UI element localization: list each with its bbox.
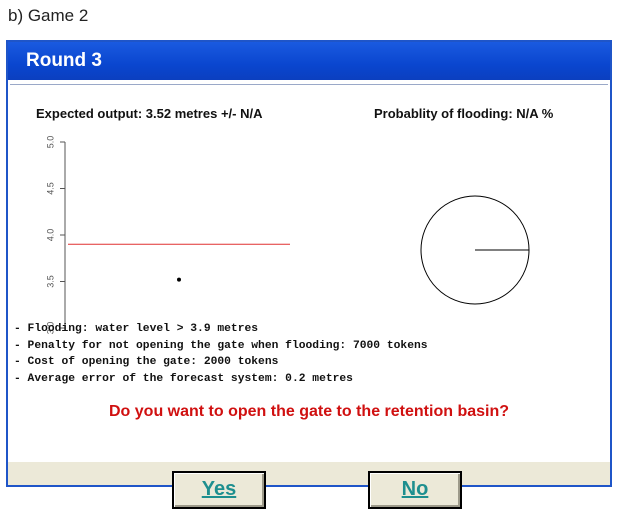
- no-button[interactable]: No: [368, 471, 462, 509]
- rule-item: - Cost of opening the gate: 2000 tokens: [14, 356, 279, 368]
- rule-item: - Average error of the forecast system: …: [14, 372, 353, 385]
- game-window: Round 3 Expected output: 3.52 metres +/-…: [6, 40, 612, 509]
- y-tick-label: 4.5: [45, 182, 55, 195]
- y-tick-label: 3.5: [45, 275, 55, 288]
- window-title: Round 3: [26, 50, 102, 71]
- rules-list: - Flooding: water level > 3.9 metres - P…: [14, 321, 428, 387]
- yes-button[interactable]: Yes: [172, 471, 266, 509]
- button-bar: Yes No: [8, 462, 610, 509]
- y-tick-label: 4.0: [45, 229, 55, 242]
- content-panel: Expected output: 3.52 metres +/- N/A Pro…: [10, 84, 608, 464]
- y-tick-label: 5.0: [45, 136, 55, 149]
- figure-caption: b) Game 2: [8, 6, 89, 25]
- rule-item: - Penalty for not opening the gate when …: [14, 339, 428, 352]
- gate-question: Do you want to open the gate to the rete…: [109, 403, 509, 420]
- flooding-pie-chart: [420, 195, 530, 305]
- rule-item: - Flooding: water level > 3.9 metres: [14, 323, 259, 335]
- forecast-point: [177, 277, 181, 282]
- title-bar: Round 3: [8, 42, 610, 80]
- water-level-chart: 3.03.54.04.55.0: [45, 136, 290, 334]
